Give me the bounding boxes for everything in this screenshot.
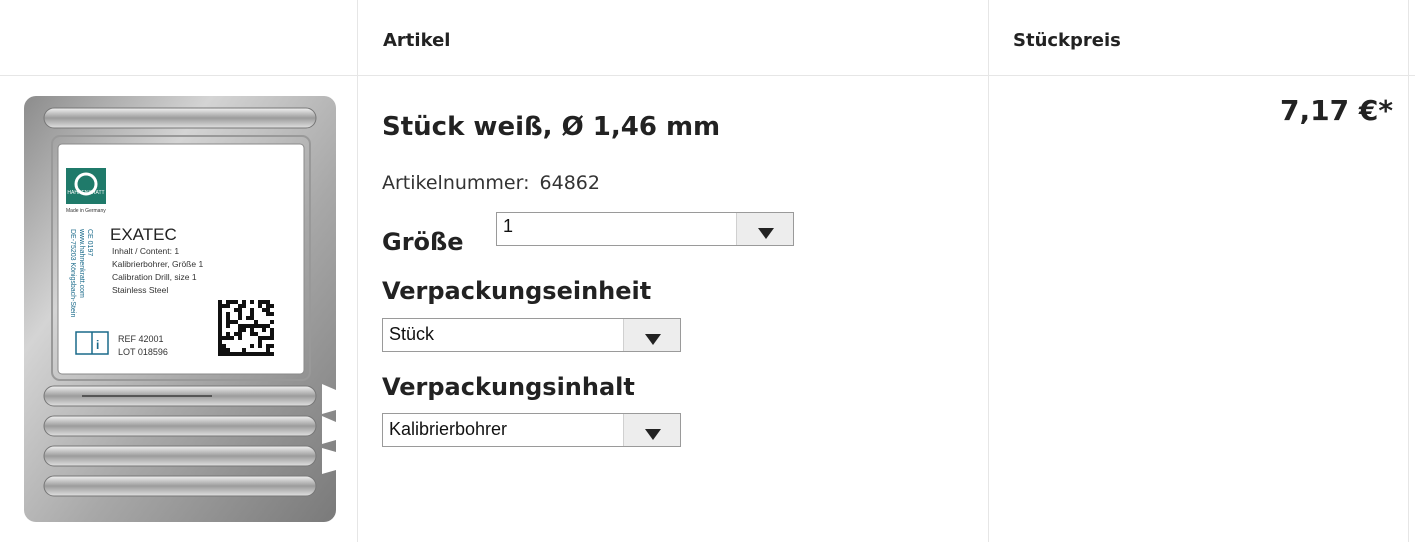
size-select[interactable]: 1 (496, 212, 794, 246)
svg-text:i: i (96, 338, 99, 352)
svg-text:EXATEC: EXATEC (110, 225, 177, 244)
svg-text:Calibration Drill, size 1: Calibration Drill, size 1 (112, 272, 197, 282)
product-image[interactable]: HAHNENKRATT Made in Germany www.hahnenkr… (22, 94, 338, 524)
product-title: Stück weiß, Ø 1,46 mm (382, 112, 721, 142)
chevron-down-icon[interactable] (623, 319, 680, 351)
packaging-content-label: Verpackungsinhalt (382, 373, 635, 401)
unit-price: 7,17 €* (1280, 94, 1393, 127)
svg-text:Stainless Steel: Stainless Steel (112, 285, 168, 295)
article-number-label: Artikelnummer: (382, 172, 530, 194)
packaging-unit-label: Verpackungseinheit (382, 277, 652, 305)
column-header-stueckpreis: Stückpreis (1013, 30, 1121, 51)
svg-text:HAHNENKRATT: HAHNENKRATT (67, 190, 104, 196)
packaging-unit-select[interactable]: Stück (382, 318, 681, 352)
column-divider (357, 0, 358, 542)
chevron-down-icon[interactable] (736, 213, 793, 245)
article-number-value: 64862 (539, 172, 600, 194)
svg-text:Made in Germany: Made in Germany (66, 208, 106, 214)
chevron-down-icon[interactable] (623, 414, 680, 446)
column-header-artikel: Artikel (383, 30, 451, 51)
size-select-value: 1 (503, 216, 514, 236)
svg-text:DE-75203 Königsbach-Stein: DE-75203 Königsbach-Stein (69, 229, 76, 317)
blister-pack-image: HAHNENKRATT Made in Germany www.hahnenkr… (24, 96, 336, 522)
svg-text:www.hahnenkratt.com: www.hahnenkratt.com (78, 228, 85, 298)
size-label: Größe (382, 228, 464, 256)
packaging-unit-select-value: Stück (389, 324, 435, 344)
svg-text:LOT 018596: LOT 018596 (118, 347, 168, 357)
column-divider (988, 0, 989, 542)
column-divider (1408, 0, 1409, 542)
svg-text:Kalibrierbohrer, Größe 1: Kalibrierbohrer, Größe 1 (112, 259, 203, 269)
packaging-content-select-value: Kalibrierbohrer (389, 419, 508, 439)
svg-text:Inhalt / Content: 1: Inhalt / Content: 1 (112, 246, 179, 256)
packaging-content-select[interactable]: Kalibrierbohrer (382, 413, 681, 447)
header-divider (0, 75, 1415, 76)
svg-text:CE 0197: CE 0197 (86, 229, 93, 256)
article-number: Artikelnummer: 64862 (382, 172, 600, 194)
svg-text:REF 42001: REF 42001 (118, 334, 164, 344)
